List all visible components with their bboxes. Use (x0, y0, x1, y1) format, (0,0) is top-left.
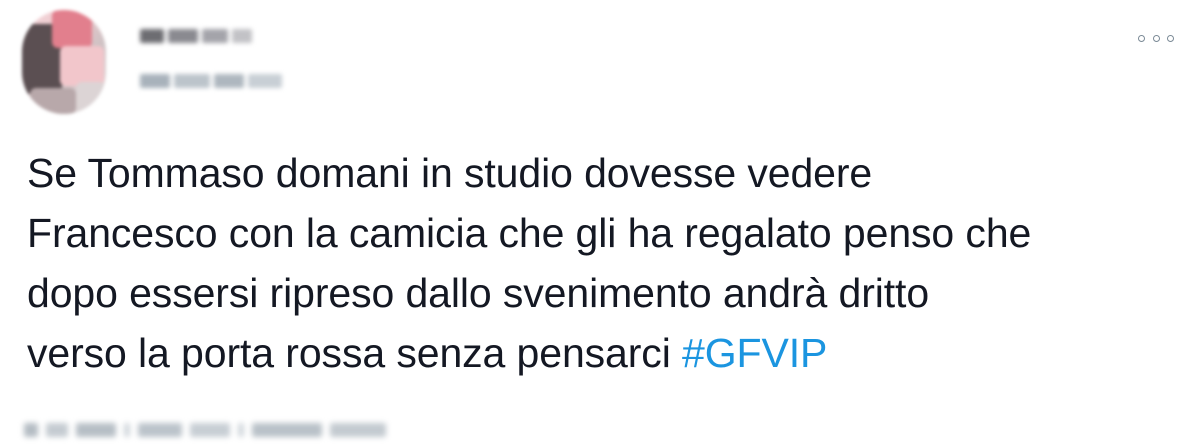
redaction-block (46, 423, 68, 437)
redaction-block (252, 423, 322, 437)
redaction-block (24, 423, 38, 437)
redaction-block (190, 423, 230, 437)
redaction-block (174, 74, 210, 88)
author-avatar[interactable] (22, 10, 106, 114)
redaction-block (168, 29, 198, 43)
tweet-text-line-last: verso la porta rossa senza pensarci #GFV… (27, 323, 1187, 383)
hashtag-link[interactable]: #GFVIP (682, 330, 827, 376)
redaction-block (76, 423, 116, 437)
redaction-block (248, 74, 282, 88)
avatar-pixel (76, 82, 106, 114)
tweet-text-line: dopo essersi ripreso dallo svenimento an… (27, 270, 930, 316)
tweet-card: Se Tommaso domani in studio dovesse vede… (0, 0, 1200, 445)
more-dot (1138, 34, 1145, 42)
redaction-block (214, 74, 244, 88)
more-dot (1152, 34, 1160, 42)
avatar-pixel (60, 46, 104, 86)
redaction-block (202, 29, 228, 43)
more-options-icon[interactable] (1138, 28, 1174, 48)
tweet-meta-redacted[interactable] (24, 416, 594, 444)
redaction-block (140, 74, 170, 88)
redaction-block (330, 423, 386, 437)
redaction-block (124, 423, 130, 437)
tweet-text-line: verso la porta rossa senza pensarci (27, 330, 683, 376)
redaction-block (140, 29, 164, 43)
redaction-block (138, 423, 182, 437)
redaction-block (238, 423, 244, 437)
author-handle-redacted[interactable] (140, 68, 290, 94)
avatar-pixel (52, 10, 92, 48)
tweet-text-line: Se Tommaso domani in studio dovesse vede… (27, 150, 873, 196)
avatar-pixel (30, 88, 76, 114)
tweet-text-line: Francesco con la camicia che gli ha rega… (27, 210, 1032, 256)
more-dot (1167, 34, 1174, 42)
author-name-redacted[interactable] (140, 22, 270, 50)
tweet-text: Se Tommaso domani in studio dovesse vede… (27, 143, 1187, 383)
redaction-block (232, 29, 252, 43)
